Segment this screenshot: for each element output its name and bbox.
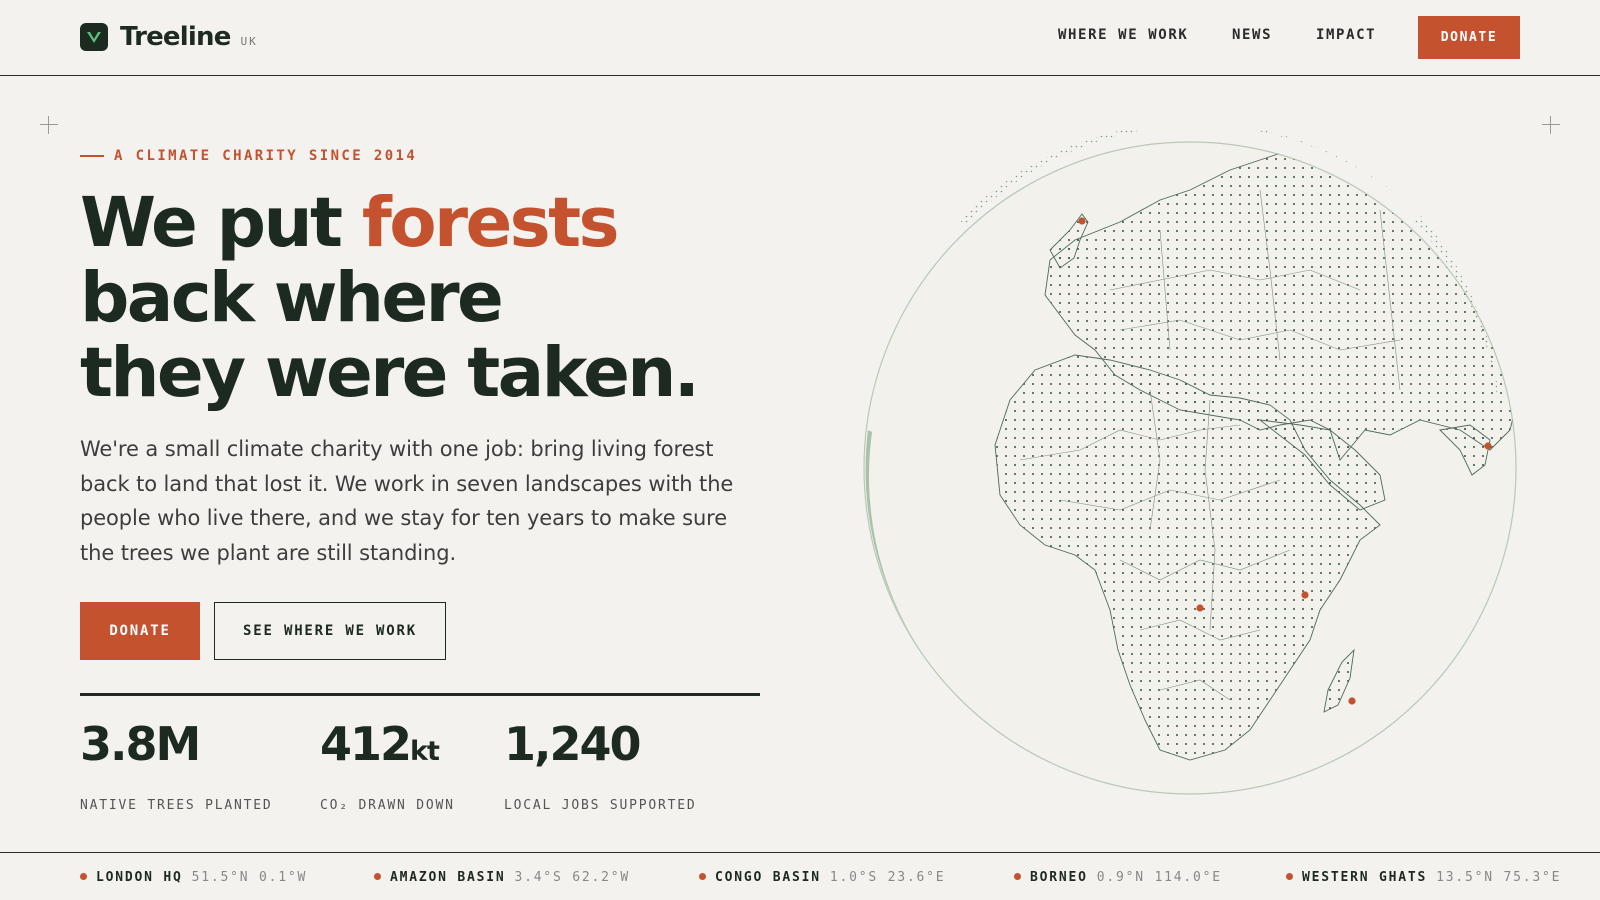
- ticker-item-western-ghats[interactable]: WESTERN GHATS 13.5°N 75.3°E: [1286, 870, 1561, 885]
- nav-news[interactable]: NEWS: [1232, 27, 1272, 43]
- stat-label: NATIVE TREES PLANTED: [80, 798, 273, 813]
- congo-marker[interactable]: [1196, 604, 1204, 612]
- brand-region: UK: [240, 34, 258, 48]
- see-where-we-work-button[interactable]: SEE WHERE WE WORK: [214, 602, 446, 660]
- headline-line3: they were taken.: [80, 333, 700, 413]
- location-ticker: LONDON HQ 51.5°N 0.1°W AMAZON BASIN 3.4°S …: [0, 852, 1600, 900]
- logo[interactable]: Treeline UK: [80, 22, 258, 52]
- ticker-item-london[interactable]: LONDON HQ 51.5°N 0.1°W: [80, 870, 307, 885]
- stat-co2: 412kt CO₂ DRAWN DOWN: [320, 716, 455, 813]
- eyebrow-text: A CLIMATE CHARITY SINCE 2014: [114, 148, 418, 164]
- leaf-logo-icon: [80, 23, 108, 51]
- headline-line2: back where: [80, 258, 504, 338]
- headline-accent-word: forests: [361, 183, 620, 263]
- stat-label: CO₂ DRAWN DOWN: [320, 798, 455, 813]
- ticker-item-congo[interactable]: CONGO BASIN 1.0°S 23.6°E: [699, 870, 945, 885]
- stat-trees: 3.8M NATIVE TREES PLANTED: [80, 716, 273, 813]
- hero-donate-button[interactable]: DONATE: [80, 602, 200, 660]
- stat-label: LOCAL JOBS SUPPORTED: [504, 798, 697, 813]
- stat-jobs: 1,240 LOCAL JOBS SUPPORTED: [504, 716, 697, 813]
- stat-value: 412kt: [320, 717, 440, 771]
- east-africa-marker[interactable]: [1301, 591, 1309, 599]
- nav-where-we-work[interactable]: WHERE WE WORK: [1058, 27, 1188, 43]
- ticker-item-borneo[interactable]: BORNEO 0.9°N 114.0°E: [1014, 870, 1222, 885]
- location-dot-icon: [1014, 873, 1021, 880]
- hero-lede: We're a small climate charity with one j…: [80, 437, 734, 565]
- stats-divider: [80, 693, 760, 696]
- crosshair-icon: [1542, 116, 1560, 134]
- london-marker[interactable]: [1078, 217, 1086, 225]
- eyebrow-dash: [80, 155, 104, 157]
- header-donate-button[interactable]: DONATE: [1418, 16, 1520, 59]
- brand-name: Treeline: [120, 22, 231, 52]
- location-dot-icon: [374, 873, 381, 880]
- nav-impact[interactable]: IMPACT: [1316, 27, 1376, 43]
- globe-map-icon[interactable]: [860, 130, 1540, 810]
- stat-value: 1,240: [504, 717, 642, 771]
- eyebrow: A CLIMATE CHARITY SINCE 2014: [80, 148, 417, 164]
- site-header: Treeline UK WHERE WE WORK NEWS IMPACT DO…: [0, 0, 1600, 76]
- ticker-item-amazon[interactable]: AMAZON BASIN 3.4°S 62.2°W: [374, 870, 630, 885]
- location-dot-icon: [699, 873, 706, 880]
- headline-line1-start: We put: [80, 183, 343, 263]
- page-title: We put forests back where they were take…: [80, 186, 800, 411]
- stat-value: 3.8M: [80, 717, 201, 771]
- crosshair-icon: [40, 116, 58, 134]
- western-ghats-marker[interactable]: [1484, 442, 1492, 450]
- location-dot-icon: [1286, 873, 1293, 880]
- location-dot-icon: [80, 873, 87, 880]
- madagascar-marker[interactable]: [1348, 697, 1356, 705]
